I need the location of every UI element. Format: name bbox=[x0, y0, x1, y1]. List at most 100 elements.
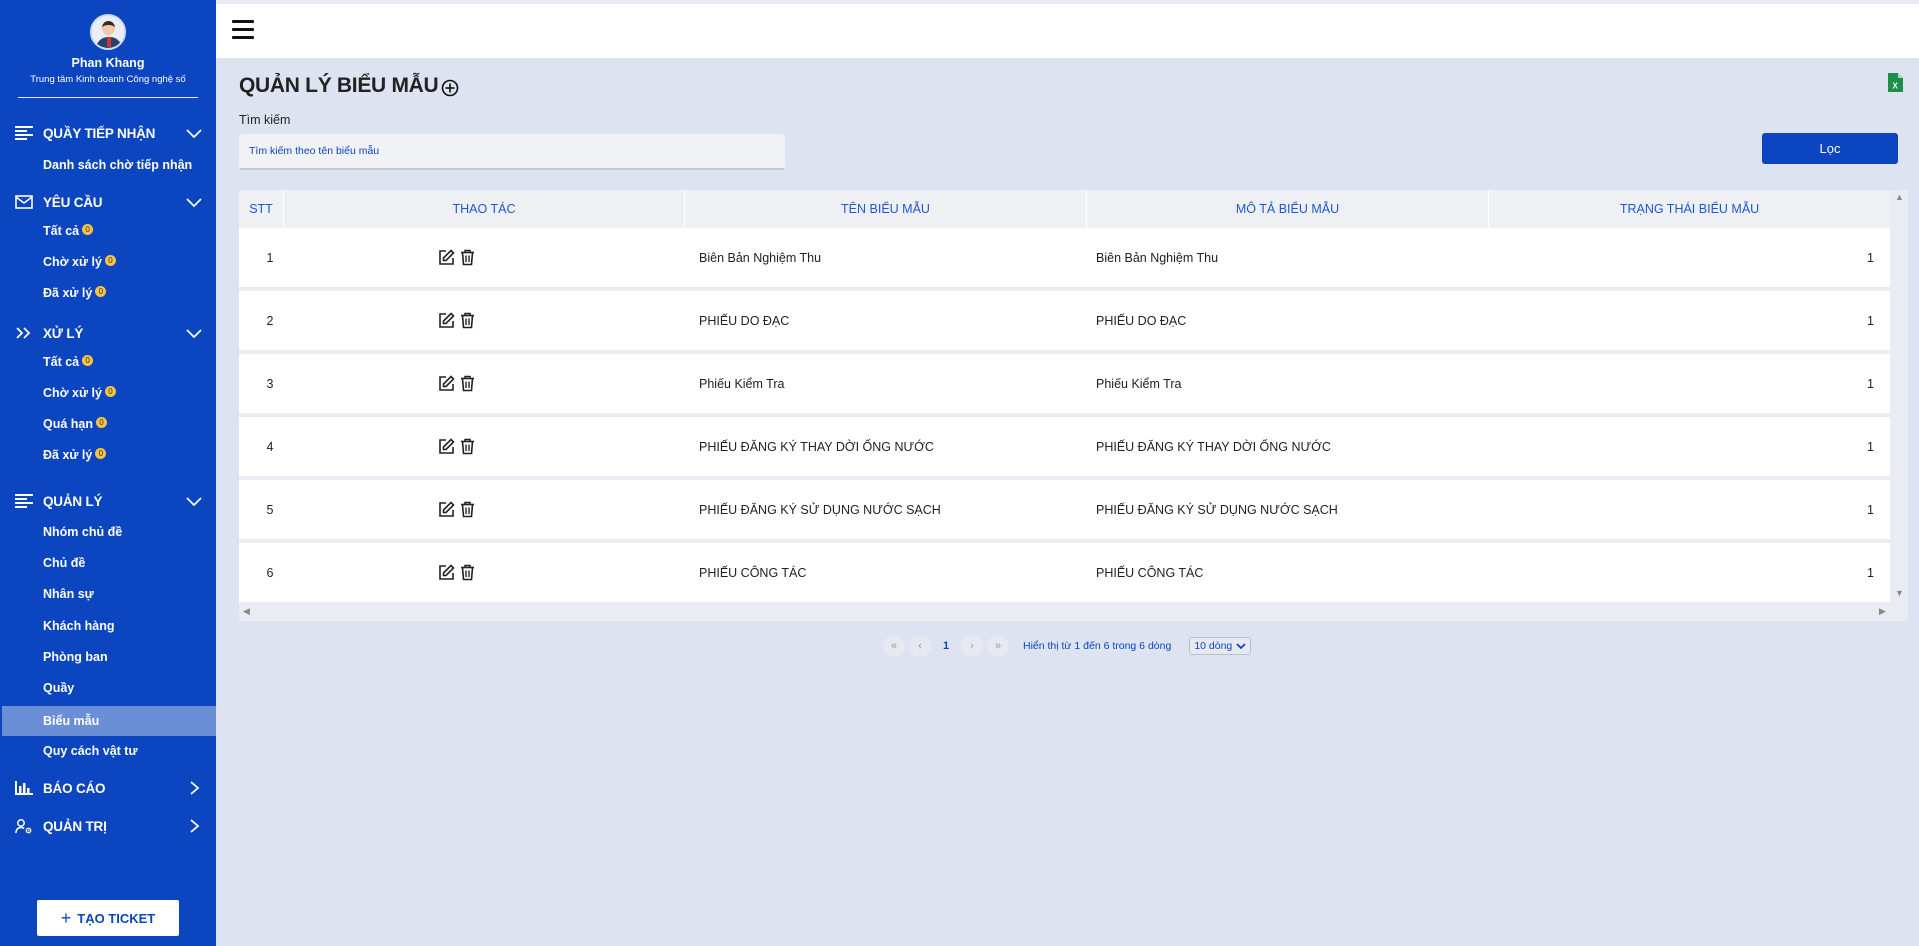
cell-actions bbox=[438, 291, 518, 350]
last-page-button[interactable]: » bbox=[987, 635, 1009, 657]
chevron-down-icon[interactable] bbox=[186, 326, 202, 340]
nav-section-xu-ly[interactable]: XỬ LÝ bbox=[0, 321, 216, 345]
cell-stt: 1 bbox=[266, 250, 274, 265]
avatar[interactable] bbox=[90, 14, 126, 50]
create-ticket-button[interactable]: + TẠO TICKET bbox=[37, 900, 179, 936]
edit-icon[interactable] bbox=[438, 438, 455, 455]
nav-item-yeu-cau-tat-ca[interactable]: Tất cả 0 bbox=[0, 218, 216, 244]
chevron-down-icon[interactable] bbox=[186, 195, 202, 209]
nav-item-xu-ly-cho-xu-ly[interactable]: Chờ xử lý 0 bbox=[0, 380, 216, 406]
prev-page-button[interactable]: ‹ bbox=[909, 635, 931, 657]
current-page-button[interactable]: 1 bbox=[935, 635, 957, 657]
nav-section-label: XỬ LÝ bbox=[43, 326, 84, 341]
table-header: STT THAO TÁC TÊN BIỂU MẪU MÔ TẢ BIỂU MẪU… bbox=[239, 190, 1890, 228]
edit-icon[interactable] bbox=[438, 564, 455, 581]
edit-icon[interactable] bbox=[438, 501, 455, 518]
page-size-select[interactable]: 10 dòng bbox=[1189, 637, 1252, 655]
cell-status: 1 bbox=[1867, 376, 1874, 391]
vertical-scrollbar[interactable]: ▲ ▼ bbox=[1890, 190, 1908, 603]
cell-status: 1 bbox=[1867, 313, 1874, 328]
profile-name: Phan Khang bbox=[71, 56, 145, 70]
chevron-down-icon[interactable] bbox=[186, 126, 202, 140]
nav-section-quay-tiep-nhan[interactable]: QUẦY TIẾP NHẬN bbox=[0, 121, 216, 145]
nav-item-nhom-chu-de[interactable]: Nhóm chủ đề bbox=[0, 519, 216, 545]
nav-item-xu-ly-qua-han[interactable]: Quá hạn 0 bbox=[0, 411, 216, 437]
cell-status: 1 bbox=[1867, 439, 1874, 454]
nav-item-phong-ban[interactable]: Phòng ban bbox=[0, 644, 216, 670]
mail-icon bbox=[15, 195, 33, 209]
pagination-info: Hiển thị từ 1 đến 6 trong 6 dòng bbox=[1023, 640, 1172, 652]
top-bar bbox=[216, 0, 1919, 58]
nav-section-label: QUẢN LÝ bbox=[43, 494, 103, 509]
search-label: Tìm kiếm bbox=[239, 113, 291, 127]
nav-item-khach-hang[interactable]: Khách hàng bbox=[0, 613, 216, 639]
cell-actions bbox=[438, 480, 518, 539]
next-page-button[interactable]: › bbox=[961, 635, 983, 657]
nav-item-label: Phòng ban bbox=[43, 650, 108, 664]
nav-section-quan-tri[interactable]: QUẢN TRỊ bbox=[0, 814, 216, 838]
cell-status: 1 bbox=[1867, 250, 1874, 265]
pagination: « ‹ 1 › » Hiển thị từ 1 đến 6 trong 6 dò… bbox=[883, 635, 1252, 657]
edit-icon[interactable] bbox=[438, 249, 455, 266]
chevron-right-icon[interactable] bbox=[186, 781, 202, 795]
count-badge: 0 bbox=[95, 286, 107, 297]
user-gear-icon bbox=[15, 819, 32, 834]
column-header-ten-bieu-mau[interactable]: TÊN BIỂU MẪU bbox=[685, 190, 1087, 228]
nav-item-bieu-mau[interactable]: Biểu mẫu bbox=[2, 706, 216, 736]
column-header-stt[interactable]: STT bbox=[239, 190, 284, 228]
chevron-right-icon[interactable] bbox=[186, 819, 202, 833]
nav-item-label: Tất cả bbox=[43, 224, 80, 238]
table-row: 1 Biên Bản Nghiệm Thu Biên Bản Nghiệm Thu 1 bbox=[239, 228, 1890, 287]
nav-item-chu-de[interactable]: Chủ đề bbox=[0, 550, 216, 576]
horizontal-scrollbar[interactable]: ◀ ▶ bbox=[239, 603, 1890, 621]
cell-description: PHIẾU ĐĂNG KÝ SỬ DỤNG NƯỚC SẠCH bbox=[1096, 502, 1338, 517]
nav-item-danh-sach-cho-tiep-nhan[interactable]: Danh sách chờ tiếp nhận bbox=[0, 152, 216, 178]
cell-actions bbox=[438, 228, 518, 287]
table-row: 5 PHIẾU ĐĂNG KÝ SỬ DỤNG NƯỚC SẠCH PHIẾU ĐĂ… bbox=[239, 480, 1890, 539]
nav-section-yeu-cau[interactable]: YÊU CẦU bbox=[0, 190, 216, 214]
delete-icon[interactable] bbox=[459, 564, 476, 581]
delete-icon[interactable] bbox=[459, 249, 476, 266]
count-badge: 0 bbox=[104, 255, 116, 266]
nav-section-quan-ly[interactable]: QUẢN LÝ bbox=[0, 489, 216, 513]
double-chevron-icon bbox=[16, 327, 31, 339]
nav-item-label: Danh sách chờ tiếp nhận bbox=[43, 158, 193, 172]
nav-item-label: Chờ xử lý bbox=[43, 386, 102, 400]
column-header-mo-ta-bieu-mau[interactable]: MÔ TẢ BIỂU MẪU bbox=[1087, 190, 1489, 228]
chevron-down-icon[interactable] bbox=[186, 494, 202, 508]
nav-item-quay[interactable]: Quầy bbox=[0, 675, 216, 701]
cell-actions bbox=[438, 354, 518, 413]
nav-item-label: Đã xử lý bbox=[43, 448, 93, 462]
delete-icon[interactable] bbox=[459, 312, 476, 329]
nav-item-quy-cach-vat-tu[interactable]: Quy cách vật tư bbox=[0, 738, 216, 764]
cell-description: PHIẾU DO ĐẠC bbox=[1096, 313, 1187, 328]
cell-description: PHIẾU ĐĂNG KÝ THAY DỜI ỐNG NƯỚC bbox=[1096, 439, 1331, 454]
excel-export-icon[interactable]: X bbox=[1887, 73, 1903, 92]
hamburger-menu-icon[interactable] bbox=[232, 20, 254, 42]
delete-icon[interactable] bbox=[459, 438, 476, 455]
nav-item-xu-ly-tat-ca[interactable]: Tất cả 0 bbox=[0, 349, 216, 375]
cell-name: PHIẾU ĐĂNG KÝ SỬ DỤNG NƯỚC SẠCH bbox=[699, 502, 941, 517]
delete-icon[interactable] bbox=[459, 501, 476, 518]
add-circle-icon[interactable] bbox=[441, 79, 459, 97]
nav-item-nhan-su[interactable]: Nhân sự bbox=[0, 581, 216, 607]
first-page-button[interactable]: « bbox=[883, 635, 905, 657]
filter-button[interactable]: Lọc bbox=[1762, 133, 1898, 164]
column-header-trang-thai[interactable]: TRẠNG THÁI BIỂU MẪU bbox=[1489, 190, 1890, 228]
nav-item-yeu-cau-da-xu-ly[interactable]: Đã xử lý 0 bbox=[0, 280, 216, 306]
column-header-thao-tac[interactable]: THAO TÁC bbox=[284, 190, 685, 228]
search-input[interactable] bbox=[239, 134, 785, 170]
nav-section-bao-cao[interactable]: BÁO CÁO bbox=[0, 776, 216, 800]
cell-name: Phiếu Kiểm Tra bbox=[699, 376, 785, 391]
cell-status: 1 bbox=[1867, 502, 1874, 517]
nav-item-xu-ly-da-xu-ly[interactable]: Đã xử lý 0 bbox=[0, 442, 216, 468]
nav-item-yeu-cau-cho-xu-ly[interactable]: Chờ xử lý 0 bbox=[0, 249, 216, 275]
cell-status: 1 bbox=[1867, 565, 1874, 580]
edit-icon[interactable] bbox=[438, 375, 455, 392]
profile-org: Trung tâm Kinh doanh Công nghệ số bbox=[30, 74, 186, 85]
edit-icon[interactable] bbox=[438, 312, 455, 329]
sidebar: Phan Khang Trung tâm Kinh doanh Công ngh… bbox=[0, 0, 216, 946]
nav-item-label: Chờ xử lý bbox=[43, 255, 102, 269]
delete-icon[interactable] bbox=[459, 375, 476, 392]
table-row: 6 PHIẾU CÔNG TÁC PHIẾU CÔNG TÁC 1 bbox=[239, 543, 1890, 602]
